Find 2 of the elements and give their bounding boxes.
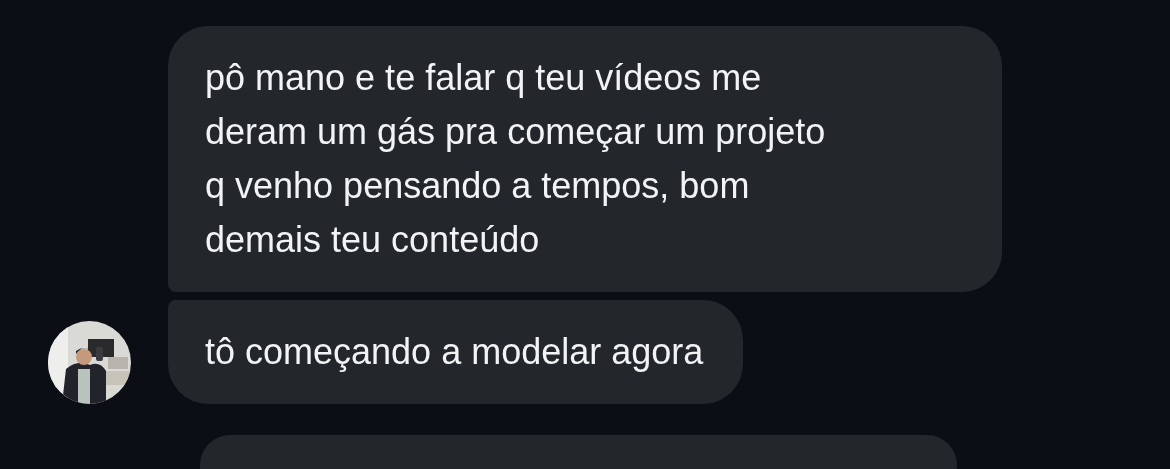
message-bubble: pô mano e te falar q teu vídeos me deram um gás pra começar um projeto q venho pensando a tempos, bom demais teu conteúdo: [168, 26, 1002, 292]
message-bubble: tô começando a modelar agora: [168, 300, 744, 404]
